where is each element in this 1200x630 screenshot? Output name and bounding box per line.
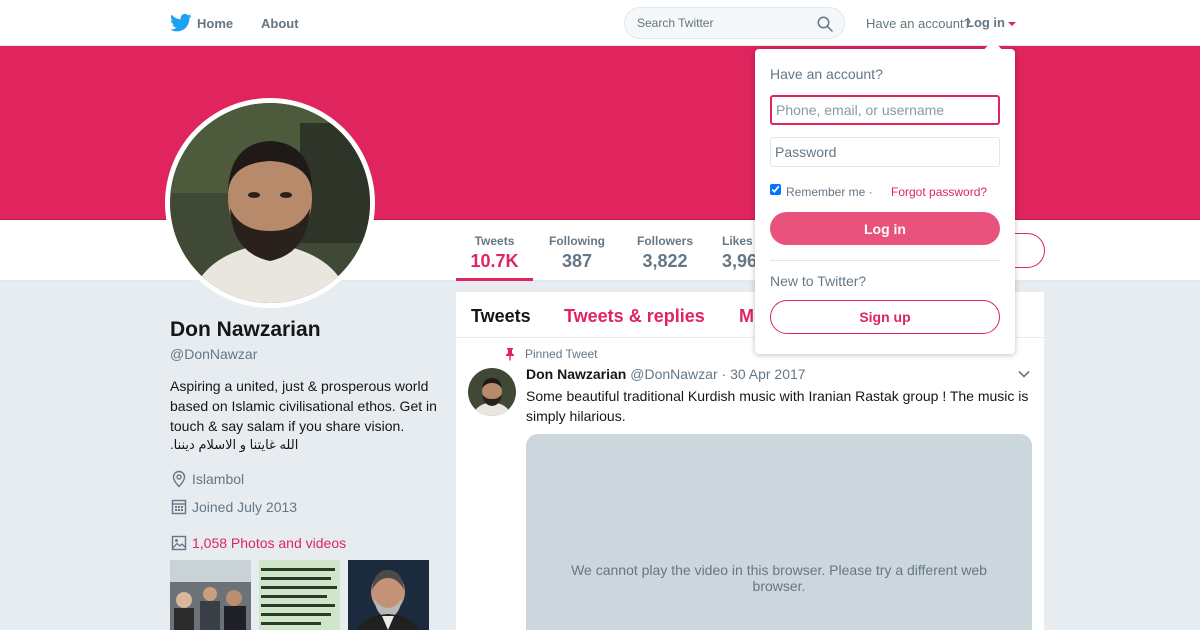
search-box[interactable] xyxy=(624,7,845,39)
stat-tweets[interactable]: Tweets 10.7K xyxy=(456,234,533,272)
nav-about-link[interactable]: About xyxy=(261,16,299,31)
media-thumbnail[interactable] xyxy=(259,560,340,630)
active-stat-underline xyxy=(456,278,533,281)
media-thumbnail[interactable] xyxy=(348,560,429,630)
new-to-twitter-prompt: New to Twitter? xyxy=(770,273,867,289)
forgot-password-link[interactable]: Forgot password? xyxy=(891,185,987,199)
profile-bio: Aspiring a united, just & prosperous wor… xyxy=(170,378,437,434)
stat-label: Tweets xyxy=(474,234,515,248)
tweet-author-handle[interactable]: @DonNawzar xyxy=(630,366,717,382)
profile-handle[interactable]: @DonNawzar xyxy=(170,346,257,362)
remember-me-text: Remember me xyxy=(786,185,866,199)
stat-followers[interactable]: Followers 3,822 xyxy=(630,234,700,272)
thumbnail-crowd-photo xyxy=(170,560,251,630)
tab-tweets[interactable]: Tweets xyxy=(471,306,531,327)
tweet-separator: · xyxy=(721,366,727,382)
joined-text: Joined July 2013 xyxy=(192,499,298,515)
calendar-icon xyxy=(171,499,187,515)
caret-down-icon[interactable] xyxy=(1008,22,1016,26)
stat-value: 387 xyxy=(561,251,593,271)
remember-me-label[interactable]: Remember me · xyxy=(786,185,873,199)
login-dropdown-toggle[interactable]: Log in xyxy=(966,15,1005,30)
pinned-label: Pinned Tweet xyxy=(525,347,598,361)
dropdown-divider xyxy=(770,260,1000,261)
location-text: Islambol xyxy=(192,471,245,487)
profile-bio-arabic: الله غايتنا و الاسلام ديننا. xyxy=(170,437,299,452)
stat-value: 3,822 xyxy=(642,251,688,271)
profile-avatar[interactable] xyxy=(165,98,375,308)
tweet-date[interactable]: 30 Apr 2017 xyxy=(730,366,806,382)
location-pin-icon xyxy=(172,470,186,488)
video-unsupported-message: We cannot play the video in this browser… xyxy=(571,562,987,594)
stat-label: Following xyxy=(549,234,605,248)
stat-value: 10.7K xyxy=(470,251,519,271)
image-icon xyxy=(171,535,187,551)
photos-videos-label[interactable]: 1,058 Photos and videos xyxy=(192,535,346,551)
media-thumbnail[interactable] xyxy=(170,560,251,630)
account-prompt: Have an account? xyxy=(866,16,971,31)
tab-media[interactable]: M xyxy=(739,306,754,327)
top-navigation: Home About Have an account? Log in xyxy=(0,0,1200,46)
stat-label: Followers xyxy=(636,234,693,248)
remember-separator: · xyxy=(868,185,873,199)
search-icon[interactable] xyxy=(817,16,833,32)
tab-tweets-replies[interactable]: Tweets & replies xyxy=(564,306,705,327)
profile-name[interactable]: Don Nawzarian xyxy=(170,318,321,342)
thumbnail-portrait-photo xyxy=(348,560,429,630)
nav-home-link[interactable]: Home xyxy=(197,16,233,31)
search-input[interactable] xyxy=(637,16,812,30)
login-dropdown: Have an account? Remember me · Forgot pa… xyxy=(755,40,1015,354)
tweet-avatar-photo xyxy=(468,368,516,416)
remember-me-checkbox[interactable] xyxy=(770,184,781,195)
signup-button[interactable]: Sign up xyxy=(770,300,1000,334)
chevron-down-icon[interactable] xyxy=(1018,370,1030,378)
login-button[interactable]: Log in xyxy=(770,212,1000,245)
tweet-author-name[interactable]: Don Nawzarian xyxy=(526,366,626,382)
stat-following[interactable]: Following 387 xyxy=(542,234,612,272)
twitter-bird-icon[interactable] xyxy=(170,13,192,33)
avatar-photo xyxy=(170,103,370,303)
dropdown-title: Have an account? xyxy=(770,66,883,82)
pin-icon xyxy=(506,348,514,361)
tweet-text: Some beautiful traditional Kurdish music… xyxy=(526,388,1029,424)
tweet-avatar[interactable] xyxy=(468,368,516,416)
password-field[interactable] xyxy=(770,137,1000,167)
tweet-header: Don Nawzarian @DonNawzar · 30 Apr 2017 xyxy=(526,366,806,382)
tweet-video-player[interactable]: We cannot play the video in this browser… xyxy=(526,434,1032,630)
thumbnail-text-image xyxy=(259,560,340,630)
username-field[interactable] xyxy=(770,95,1000,125)
